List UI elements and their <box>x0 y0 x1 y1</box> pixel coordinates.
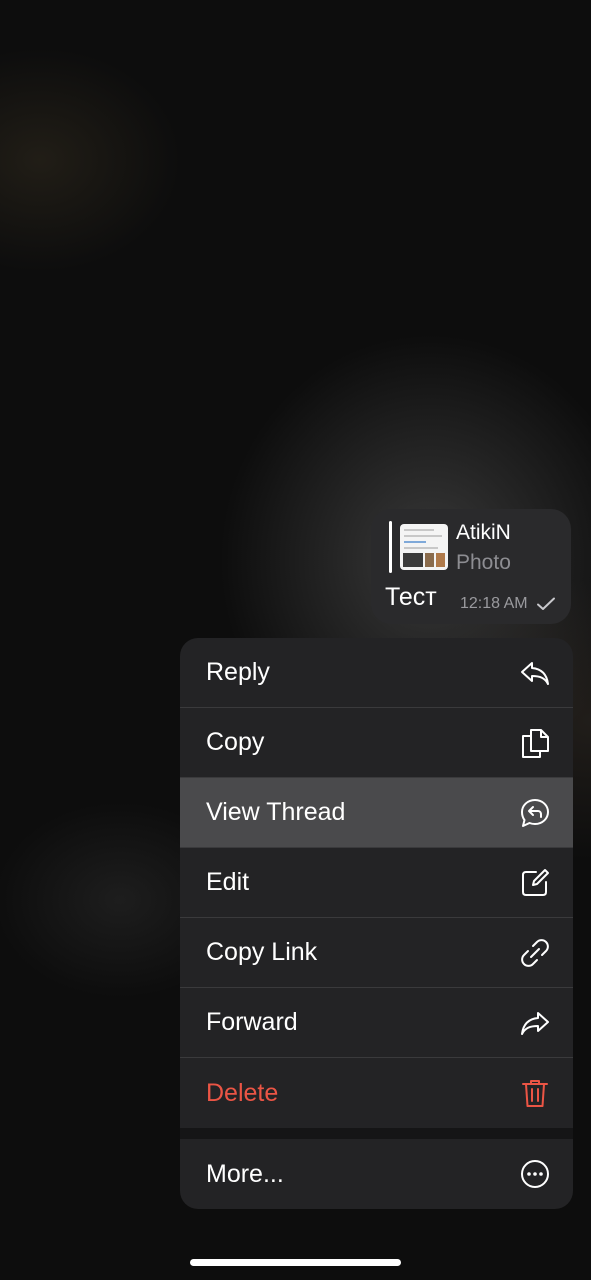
link-icon <box>519 937 551 969</box>
menu-item-reply[interactable]: Reply <box>180 638 573 708</box>
menu-item-copy[interactable]: Copy <box>180 708 573 778</box>
menu-item-edit[interactable]: Edit <box>180 848 573 918</box>
home-indicator[interactable] <box>190 1259 401 1266</box>
copy-icon <box>519 727 551 759</box>
checkmark-icon <box>537 597 555 610</box>
thread-icon <box>519 797 551 829</box>
menu-item-label: Edit <box>206 868 250 896</box>
menu-separator <box>180 1128 573 1139</box>
reply-photo-thumbnail[interactable] <box>400 524 448 570</box>
menu-item-label: Delete <box>206 1078 279 1107</box>
menu-item-copy-link[interactable]: Copy Link <box>180 918 573 988</box>
more-icon <box>519 1158 551 1190</box>
context-menu: Reply Copy View Thread Edit Copy Link Fo… <box>180 638 573 1209</box>
menu-item-forward[interactable]: Forward <box>180 988 573 1058</box>
reply-icon <box>519 657 551 689</box>
edit-icon <box>519 867 551 899</box>
menu-item-more[interactable]: More... <box>180 1139 573 1209</box>
message-text: Тест <box>385 583 437 611</box>
menu-item-label: Copy Link <box>206 938 318 966</box>
menu-item-label: Copy <box>206 728 265 756</box>
message-bubble[interactable]: AtikiN Photo Тест 12:18 AM <box>371 509 571 624</box>
reply-quote-bar <box>389 521 392 573</box>
menu-item-label: Forward <box>206 1008 298 1036</box>
trash-icon <box>519 1077 551 1109</box>
menu-item-label: View Thread <box>206 798 346 826</box>
reply-author-name: AtikiN <box>456 521 511 544</box>
reply-preview-text: Photo <box>456 551 511 574</box>
menu-item-view-thread[interactable]: View Thread <box>180 778 573 848</box>
menu-item-label: Reply <box>206 658 270 686</box>
menu-item-delete[interactable]: Delete <box>180 1058 573 1128</box>
forward-icon <box>519 1007 551 1039</box>
menu-item-label: More... <box>206 1159 284 1188</box>
message-time: 12:18 AM <box>460 595 528 612</box>
screen: AtikiN Photo Тест 12:18 AM Reply Copy Vi… <box>0 0 591 1280</box>
